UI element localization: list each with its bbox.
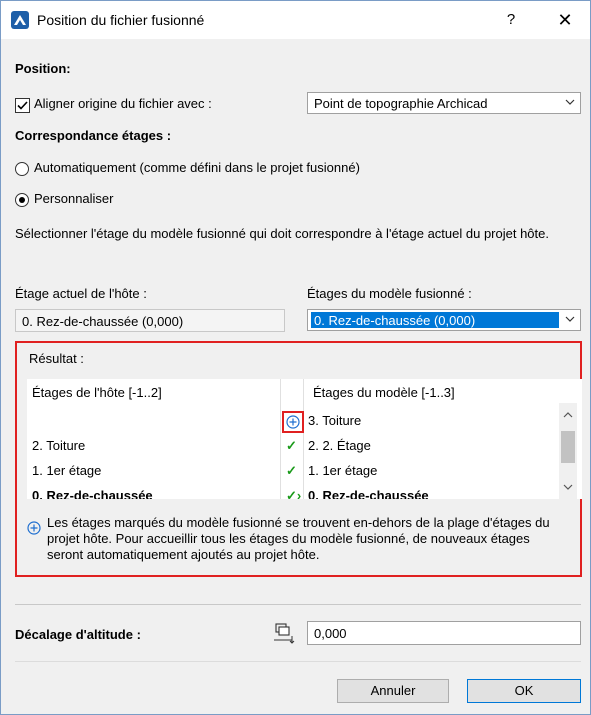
checkmark-icon xyxy=(17,101,28,110)
chevron-down-icon xyxy=(565,99,575,105)
result-note: Les étages marqués du modèle fusionné se… xyxy=(47,515,550,562)
radio-custom[interactable] xyxy=(15,193,29,207)
radio-automatic[interactable] xyxy=(15,162,29,176)
match-check-icon: ✓ xyxy=(286,463,297,478)
cancel-button[interactable]: Annuler xyxy=(337,679,449,703)
ok-button[interactable]: OK xyxy=(467,679,581,703)
match-check-icon: ✓ xyxy=(286,438,297,453)
column-divider xyxy=(280,379,281,499)
altitude-offset-input[interactable]: 0,000 xyxy=(307,621,581,645)
host-storey-label: Étage actuel de l'hôte : xyxy=(15,286,147,301)
altitude-offset-label: Décalage d'altitude : xyxy=(15,627,141,642)
host-storey-cell: 2. Toiture xyxy=(32,438,86,453)
radio-custom-label[interactable]: Personnaliser xyxy=(34,191,114,206)
col-model-header: Étages du modèle [-1..3] xyxy=(313,385,455,400)
align-origin-combo-value: Point de topographie Archicad xyxy=(314,96,488,111)
align-origin-label[interactable]: Aligner origine du fichier avec : xyxy=(34,96,212,111)
radio-automatic-label[interactable]: Automatiquement (comme défini dans le pr… xyxy=(34,160,360,175)
list-scrollbar[interactable] xyxy=(559,403,577,499)
scroll-thumb[interactable] xyxy=(561,431,575,463)
dialog-title: Position du fichier fusionné xyxy=(37,12,205,28)
model-storey-combo[interactable]: 0. Rez-de-chaussée (0,000) xyxy=(307,309,581,331)
col-host-header: Étages de l'hôte [-1..2] xyxy=(32,385,162,400)
host-storey-cell: 1. 1er étage xyxy=(32,463,102,478)
align-origin-checkbox[interactable] xyxy=(15,98,30,113)
separator xyxy=(15,661,581,662)
model-storey-cell: 3. Toiture xyxy=(308,413,362,428)
archicad-app-icon xyxy=(11,11,29,29)
align-origin-combo[interactable]: Point de topographie Archicad xyxy=(307,92,581,114)
storey-mapping-list[interactable]: Étages de l'hôte [-1..2] Étages du modèl… xyxy=(27,379,582,499)
correspondance-heading: Correspondance étages : xyxy=(15,128,172,143)
correspondance-description: Sélectionner l'étage du modèle fusionné … xyxy=(15,226,549,241)
model-storey-value: 0. Rez-de-chaussée (0,000) xyxy=(314,313,476,328)
altitude-offset-value: 0,000 xyxy=(314,626,347,641)
title-bar: Position du fichier fusionné ? ✕ xyxy=(1,1,590,39)
host-storey-field: 0. Rez-de-chaussée (0,000) xyxy=(15,309,285,332)
column-divider xyxy=(303,379,304,499)
close-button[interactable]: ✕ xyxy=(550,7,580,33)
result-heading: Résultat : xyxy=(29,351,84,366)
elevation-offset-icon xyxy=(274,623,295,644)
out-of-range-marker xyxy=(282,411,304,433)
separator xyxy=(15,604,581,605)
match-check-arrow-icon: ✓› xyxy=(286,488,302,499)
plus-circle-icon xyxy=(286,415,300,429)
model-storey-cell: 2. 2. Étage xyxy=(308,438,371,453)
merge-position-dialog: Position du fichier fusionné ? ✕ Positio… xyxy=(0,0,591,715)
host-storey-value: 0. Rez-de-chaussée (0,000) xyxy=(22,314,184,329)
model-storey-label: Étages du modèle fusionné : xyxy=(307,286,472,301)
host-storey-cell: 0. Rez-de-chaussée xyxy=(32,488,153,499)
help-button[interactable]: ? xyxy=(499,9,523,31)
scroll-down-icon[interactable] xyxy=(559,479,577,495)
model-storey-cell: 0. Rez-de-chaussée xyxy=(308,488,429,499)
position-heading: Position: xyxy=(15,61,71,76)
chevron-down-icon xyxy=(565,316,575,322)
model-storey-cell: 1. 1er étage xyxy=(308,463,378,478)
info-plus-icon xyxy=(27,521,41,535)
clipped-row: 0. Rez-de-chaussée ✓› 0. Rez-de-chaussée xyxy=(27,483,582,499)
scroll-up-icon[interactable] xyxy=(559,407,577,423)
